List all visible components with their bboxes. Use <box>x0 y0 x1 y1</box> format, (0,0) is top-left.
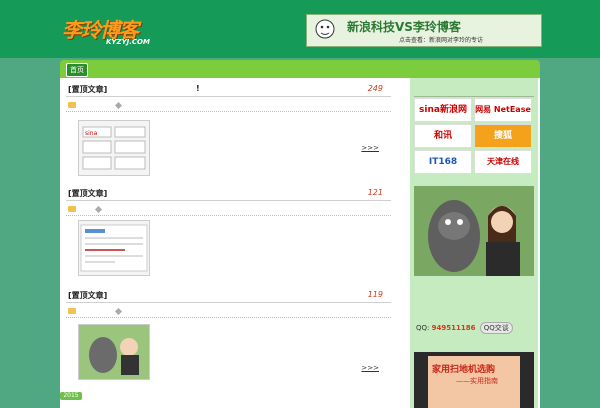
post-tag[interactable] <box>94 205 103 213</box>
qq-chat-button[interactable]: QQ交谈 <box>479 322 513 334</box>
post-item: [置顶文章] 119 >>> <box>66 288 391 388</box>
post-title[interactable]: [置顶文章] <box>68 188 107 199</box>
post-tag[interactable] <box>114 307 123 315</box>
svg-text:sina: sina <box>85 130 98 137</box>
post-meta <box>66 305 391 318</box>
folder-icon <box>68 102 76 108</box>
post-category[interactable] <box>68 101 78 109</box>
nav-item-3[interactable] <box>140 63 178 75</box>
nav-item-6[interactable] <box>272 63 310 75</box>
main-nav: 首页 <box>60 60 540 78</box>
nav-item-2[interactable] <box>90 63 136 75</box>
archive-year-tag[interactable]: 2015 <box>60 392 82 400</box>
folder-icon <box>68 308 76 314</box>
sidebar-heading <box>414 84 534 97</box>
logo-subtext: KYZYJ.COM <box>106 38 150 46</box>
partner-sina[interactable]: sina新浪网 <box>414 98 472 122</box>
partner-tianjin[interactable]: 天津在线 <box>474 150 532 174</box>
blogger-photo[interactable] <box>414 186 534 276</box>
post-item: [置顶文章] ! 249 sina >>> <box>66 82 391 176</box>
nav-item-5[interactable] <box>224 63 266 75</box>
sidebar: sina新浪网 网易 NetEase 和讯 搜狐 IT168 天津在线 QQ: … <box>410 78 538 408</box>
post-category[interactable] <box>68 307 78 315</box>
post-view-count: 121 <box>367 188 383 197</box>
book-title: 家用扫地机选购 <box>432 365 496 375</box>
nav-item-7[interactable] <box>314 63 340 75</box>
post-title-suffix: ! <box>196 84 200 93</box>
photo-thumbnail-icon <box>79 325 149 379</box>
book-cover-art: 家用扫地机选购 ——实用指南 <box>428 356 520 408</box>
post-view-count: 119 <box>367 290 383 299</box>
post-header: [置顶文章] ! 249 <box>66 82 391 97</box>
partner-netease[interactable]: 网易 NetEase <box>474 98 532 122</box>
post-title[interactable]: [置顶文章] <box>68 84 107 95</box>
post-thumbnail[interactable] <box>78 324 150 380</box>
post-category[interactable] <box>68 205 78 213</box>
read-more-link[interactable]: >>> <box>361 144 379 152</box>
site-logo[interactable]: 李玲博客 KYZYJ.COM <box>62 14 162 48</box>
qq-number: 949511186 <box>431 324 476 332</box>
post-header: [置顶文章] 121 <box>66 186 391 201</box>
post-meta <box>66 99 391 112</box>
post-view-count: 249 <box>367 84 383 93</box>
tag-icon <box>94 205 103 213</box>
book-subtitle: ——实用指南 <box>456 377 498 385</box>
post-meta <box>66 203 391 216</box>
header: 李玲博客 KYZYJ.COM 新浪科技VS李玲博客 点击查看：新浪网对李玲的专访 <box>0 0 600 58</box>
partner-hexun[interactable]: 和讯 <box>414 124 472 148</box>
post-thumbnail[interactable] <box>78 220 150 276</box>
read-more-link[interactable]: >>> <box>361 364 379 372</box>
tag-icon <box>114 307 123 315</box>
post-item: [置顶文章] 121 <box>66 186 391 276</box>
banner-subtitle: 点击查看：新浪网对李玲的专访 <box>399 37 484 44</box>
post-header: [置顶文章] 119 <box>66 288 391 303</box>
nav-home[interactable]: 首页 <box>66 63 88 77</box>
post-thumbnail[interactable]: sina <box>78 120 150 176</box>
screenshot-thumbnail-icon <box>80 224 148 272</box>
blogger-photo-image <box>414 186 534 276</box>
qq-label: QQ: <box>416 324 430 332</box>
main-content: [置顶文章] ! 249 sina >>> [置顶文章] 121 [置顶文章] … <box>60 78 540 408</box>
partner-sohu[interactable]: 搜狐 <box>474 124 532 148</box>
tag-icon <box>114 101 123 109</box>
interview-banner[interactable]: 新浪科技VS李玲博客 点击查看：新浪网对李玲的专访 <box>306 14 542 47</box>
mascot-icon <box>315 19 335 39</box>
post-tag[interactable] <box>114 101 123 109</box>
post-title[interactable]: [置顶文章] <box>68 290 107 301</box>
folder-icon <box>68 206 76 212</box>
qq-contact: QQ: 949511186 QQ交谈 <box>416 322 513 334</box>
nav-item-4[interactable] <box>184 63 218 75</box>
banner-title: 新浪科技VS李玲博客 <box>347 20 461 34</box>
post-list: [置顶文章] ! 249 sina >>> [置顶文章] 121 [置顶文章] … <box>66 78 391 408</box>
partner-it168[interactable]: IT168 <box>414 150 472 174</box>
partners-thumbnail-icon: sina <box>82 126 146 170</box>
